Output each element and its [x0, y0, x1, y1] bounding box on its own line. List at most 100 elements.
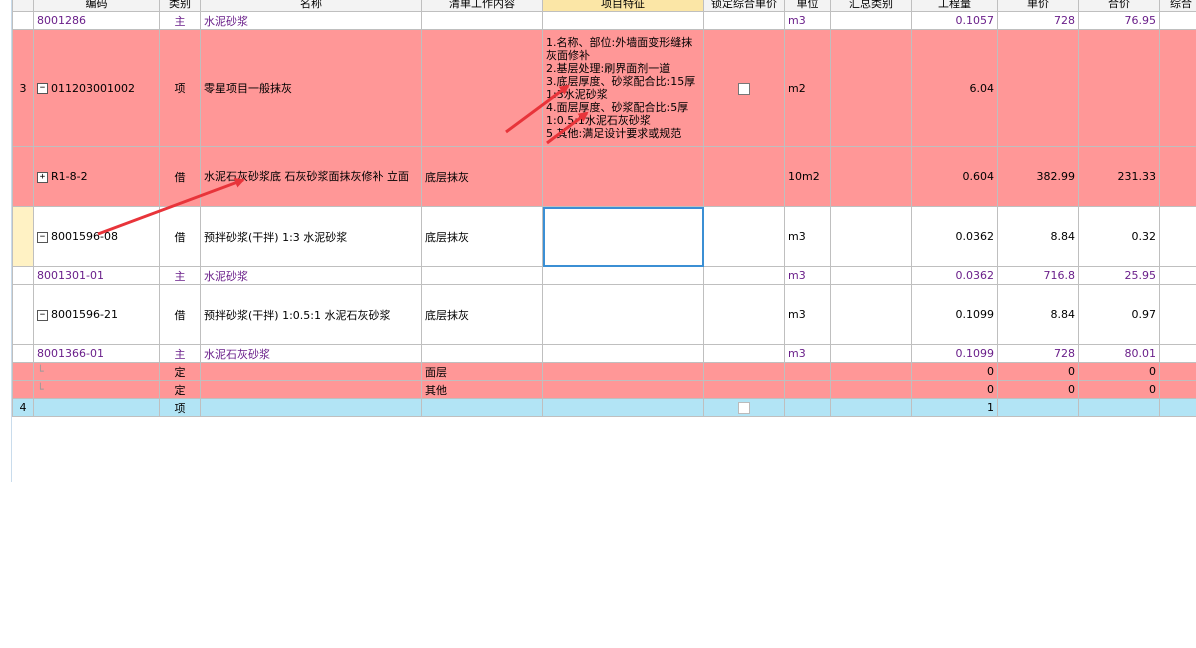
code-cell[interactable]: −8001596-08 — [33, 206, 160, 267]
lock-cell[interactable] — [703, 11, 785, 30]
feature-cell[interactable] — [542, 146, 704, 207]
category-cell[interactable]: 借 — [159, 284, 201, 345]
feature-cell[interactable] — [542, 266, 704, 285]
price-cell[interactable] — [997, 29, 1079, 147]
feature-cell[interactable] — [542, 398, 704, 417]
extra-cell[interactable] — [1159, 146, 1196, 207]
col-lock-price[interactable]: 锁定综合单价 — [703, 0, 785, 12]
summary-cell[interactable] — [830, 206, 912, 267]
col-category[interactable]: 类别 — [159, 0, 201, 12]
table-row[interactable]: └ 定 其他 0 0 0 — [12, 380, 1196, 399]
category-cell[interactable]: 主 — [159, 266, 201, 285]
unit-cell[interactable] — [784, 362, 831, 381]
name-cell[interactable]: 水泥石灰砂浆 — [200, 344, 422, 363]
price-cell[interactable] — [997, 398, 1079, 417]
summary-cell[interactable] — [830, 284, 912, 345]
unit-cell[interactable] — [784, 380, 831, 399]
lock-cell[interactable] — [703, 146, 785, 207]
total-cell[interactable]: 0 — [1078, 380, 1160, 399]
col-total[interactable]: 合价 — [1078, 0, 1160, 12]
table-row[interactable]: └ 定 面层 0 0 0 — [12, 362, 1196, 381]
name-cell[interactable]: 水泥砂浆 — [200, 266, 422, 285]
category-cell[interactable]: 主 — [159, 11, 201, 30]
total-cell[interactable]: 0.97 — [1078, 284, 1160, 345]
category-cell[interactable]: 项 — [159, 398, 201, 417]
unit-cell[interactable]: m3 — [784, 266, 831, 285]
summary-cell[interactable] — [830, 29, 912, 147]
name-cell[interactable]: 预拌砂浆(干拌) 1:0.5:1 水泥石灰砂浆 — [200, 284, 422, 345]
work-cell[interactable]: 底层抹灰 — [421, 146, 543, 207]
name-cell[interactable]: 水泥石灰砂浆底 石灰砂浆面抹灰修补 立面 — [200, 146, 422, 207]
quantity-cell[interactable]: 0.1057 — [911, 11, 998, 30]
summary-cell[interactable] — [830, 11, 912, 30]
unit-cell[interactable]: m3 — [784, 344, 831, 363]
feature-cell[interactable] — [542, 11, 704, 30]
work-cell[interactable]: 底层抹灰 — [421, 284, 543, 345]
category-cell[interactable]: 借 — [159, 146, 201, 207]
extra-cell[interactable] — [1159, 380, 1196, 399]
extra-cell[interactable] — [1159, 344, 1196, 363]
table-row[interactable]: 8001286 主 水泥砂浆 m3 0.1057 728 76.95 — [12, 11, 1196, 30]
quantity-cell[interactable]: 0.0362 — [911, 206, 998, 267]
lock-cell[interactable] — [703, 380, 785, 399]
price-cell[interactable]: 0 — [997, 380, 1079, 399]
lock-cell[interactable] — [703, 284, 785, 345]
table-row[interactable]: −8001596-08 借 预拌砂浆(干拌) 1:3 水泥砂浆 底层抹灰 m3 … — [12, 206, 1196, 267]
unit-cell[interactable]: m3 — [784, 284, 831, 345]
total-cell[interactable] — [1078, 398, 1160, 417]
lock-cell[interactable] — [703, 344, 785, 363]
lock-cell[interactable] — [703, 398, 785, 417]
code-cell[interactable]: └ — [33, 362, 160, 381]
category-cell[interactable]: 定 — [159, 380, 201, 399]
feature-cell[interactable]: 1.名称、部位:外墙面变形缝抹灰面修补 2.基层处理:刷界面剂一道 3.底层厚度… — [542, 29, 704, 147]
price-cell[interactable]: 716.8 — [997, 266, 1079, 285]
table-row[interactable]: 8001366-01 主 水泥石灰砂浆 m3 0.1099 728 80.01 — [12, 344, 1196, 363]
unit-cell[interactable] — [784, 398, 831, 417]
category-cell[interactable]: 主 — [159, 344, 201, 363]
col-index[interactable] — [12, 0, 34, 12]
category-cell[interactable]: 项 — [159, 29, 201, 147]
unit-cell[interactable]: m3 — [784, 206, 831, 267]
col-name[interactable]: 名称 — [200, 0, 422, 12]
feature-cell[interactable] — [542, 380, 704, 399]
col-summary-type[interactable]: 汇总类别 — [830, 0, 912, 12]
price-cell[interactable]: 728 — [997, 344, 1079, 363]
collapse-icon[interactable]: − — [37, 83, 48, 94]
table-row[interactable]: 8001301-01 主 水泥砂浆 m3 0.0362 716.8 25.95 — [12, 266, 1196, 285]
work-cell[interactable] — [421, 11, 543, 30]
collapse-icon[interactable]: − — [37, 309, 48, 321]
unit-cell[interactable]: 10m2 — [784, 146, 831, 207]
total-cell[interactable]: 25.95 — [1078, 266, 1160, 285]
code-cell[interactable]: 8001301-01 — [33, 266, 160, 285]
col-unit-price[interactable]: 单价 — [997, 0, 1079, 12]
name-cell[interactable]: 预拌砂浆(干拌) 1:3 水泥砂浆 — [200, 206, 422, 267]
feature-cell[interactable] — [542, 362, 704, 381]
quantity-cell[interactable]: 1 — [911, 398, 998, 417]
price-cell[interactable]: 728 — [997, 11, 1079, 30]
name-cell[interactable] — [200, 398, 422, 417]
code-cell[interactable]: −011203001002 — [33, 29, 160, 147]
table-row[interactable]: 3 −011203001002 项 零星项目一般抹灰 1.名称、部位:外墙面变形… — [12, 29, 1196, 147]
work-cell[interactable]: 底层抹灰 — [421, 206, 543, 267]
extra-cell[interactable] — [1159, 29, 1196, 147]
quantity-cell[interactable]: 0.604 — [911, 146, 998, 207]
lock-cell[interactable] — [703, 362, 785, 381]
extra-cell[interactable] — [1159, 362, 1196, 381]
feature-cell[interactable] — [542, 284, 704, 345]
unit-cell[interactable]: m3 — [784, 11, 831, 30]
work-cell[interactable] — [421, 398, 543, 417]
collapse-icon[interactable]: − — [37, 231, 48, 243]
total-cell[interactable]: 0.32 — [1078, 206, 1160, 267]
price-cell[interactable]: 382.99 — [997, 146, 1079, 207]
quantity-cell[interactable]: 0.1099 — [911, 344, 998, 363]
unit-cell[interactable]: m2 — [784, 29, 831, 147]
total-cell[interactable]: 80.01 — [1078, 344, 1160, 363]
summary-cell[interactable] — [830, 344, 912, 363]
extra-cell[interactable] — [1159, 11, 1196, 30]
total-cell[interactable]: 0 — [1078, 362, 1160, 381]
quantity-cell[interactable]: 6.04 — [911, 29, 998, 147]
name-cell[interactable]: 零星项目一般抹灰 — [200, 29, 422, 147]
summary-cell[interactable] — [830, 362, 912, 381]
work-cell[interactable] — [421, 344, 543, 363]
work-cell[interactable]: 面层 — [421, 362, 543, 381]
